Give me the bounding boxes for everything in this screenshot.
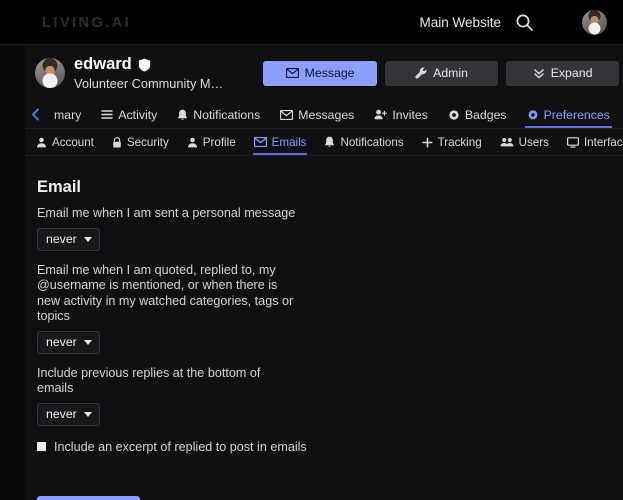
email-preferences-panel: Email Email me when I am sent a personal… [25,156,623,500]
page-body: edward Volunteer Community M… Message Ad… [0,45,623,500]
primary-nav-label-2: Notifications [193,107,261,122]
nav-item-invites[interactable]: Invites [364,101,438,128]
avatar[interactable] [582,9,607,35]
bell-icon [324,136,335,148]
primary-nav: mary Activity Notifications Messages Inv… [25,101,623,129]
secondary-nav-label-6: Users [518,135,549,149]
users-icon [500,137,514,147]
primary-nav-label-1: Activity [118,107,158,122]
main-website-link[interactable]: Main Website [419,15,501,30]
user-plus-icon [374,109,388,120]
secondary-nav-label-7: Interface [583,135,623,149]
secondary-nav: Account Security Profile Emails Notifica… [25,129,623,156]
profile-identity: edward Volunteer Community M… [74,55,223,91]
chevron-down-icon [83,339,92,345]
list-icon [101,109,114,120]
app-window: LIVING.AI Main Website edward Volunteer … [0,0,623,500]
tab-emails[interactable]: Emails [245,129,316,155]
preference-field-previous-replies: Include previous replies at the bottom o… [37,366,623,426]
select-value: never [46,232,77,246]
message-button[interactable]: Message [263,60,378,86]
field-label: Email me when I am sent a personal messa… [37,206,296,220]
preference-field-mailing-list-activity: Email me when I am quoted, replied to, m… [37,263,623,354]
profile-header: edward Volunteer Community M… Message Ad… [25,45,623,101]
save-changes-button[interactable]: Save Changes [37,495,140,500]
profile-avatar[interactable] [35,58,65,88]
user-icon [36,137,47,148]
tab-account[interactable]: Account [27,129,103,155]
monitor-icon [566,136,579,148]
field-label: Email me when I am quoted, replied to, m… [37,262,294,324]
secondary-nav-label-3: Emails [271,135,307,149]
tab-security[interactable]: Security [103,129,178,155]
username-row: edward [74,55,223,74]
envelope-icon [253,137,267,147]
tab-notifications[interactable]: Notifications [315,129,412,155]
profile-actions: Message Admin Expand [263,60,620,86]
admin-button[interactable]: Admin [385,60,499,86]
include-excerpt-label[interactable]: Include an excerpt of replied to post in… [54,440,307,454]
search-icon[interactable] [515,13,534,32]
secondary-nav-items: Account Security Profile Emails Notifica… [27,129,623,155]
double-chevron-down-icon [533,67,545,79]
lock-icon [112,136,122,148]
field-label: Include previous replies at the bottom o… [37,365,261,396]
nav-item-summary[interactable]: mary [44,101,91,128]
primary-nav-label-4: Invites [392,107,428,122]
primary-nav-items: mary Activity Notifications Messages Inv… [44,101,623,128]
message-button-label: Message [304,66,355,80]
nav-item-preferences[interactable]: Preferences [517,101,620,128]
preference-field-personal-message: Email me when I am sent a personal messa… [37,206,623,251]
include-excerpt-checkbox[interactable] [37,442,46,451]
tab-tracking[interactable]: Tracking [413,129,491,155]
primary-nav-label-0: mary [54,107,82,122]
nav-item-badges[interactable]: Badges [438,101,517,128]
secondary-nav-label-2: Profile [202,135,236,149]
select-value: never [46,407,77,421]
nav-item-activity[interactable]: Activity [91,101,167,128]
site-logo: LIVING.AI [42,13,131,31]
previous-replies-select[interactable]: never [37,402,100,426]
expand-button[interactable]: Expand [506,60,620,86]
primary-nav-label-6: Preferences [543,107,610,122]
chevron-down-icon [83,236,92,242]
page-title: Email [37,178,82,196]
header-actions: Main Website [419,9,607,35]
wrench-icon [415,67,427,79]
primary-nav-label-5: Badges [464,107,507,122]
nav-item-notifications[interactable]: Notifications [167,101,270,128]
profile-title: Volunteer Community M… [74,76,224,91]
secondary-nav-label-1: Security [126,135,169,149]
user-icon [187,137,198,148]
primary-nav-label-3: Messages [298,107,355,122]
tab-interface[interactable]: Interface [558,129,623,155]
chevron-down-icon [83,411,92,417]
tab-users[interactable]: Users [491,129,558,155]
gear-icon [527,109,539,121]
chevron-left-icon[interactable] [27,101,44,128]
personal-message-email-select[interactable]: never [37,227,100,251]
activity-email-select[interactable]: never [37,330,100,354]
envelope-icon [285,68,299,78]
nav-item-messages[interactable]: Messages [270,101,364,128]
expand-button-label: Expand [550,66,593,80]
secondary-nav-label-4: Notifications [340,135,404,149]
shield-icon [138,58,151,72]
left-rail [0,45,25,500]
badge-icon [448,109,460,121]
plus-icon [422,136,433,148]
admin-button-label: Admin [433,66,468,80]
bell-icon [177,109,188,121]
secondary-nav-label-5: Tracking [437,135,482,149]
secondary-nav-label-0: Account [52,135,94,149]
envelope-icon [280,109,294,120]
tab-profile[interactable]: Profile [178,129,245,155]
save-section: Save Changes [37,495,623,500]
content-area: edward Volunteer Community M… Message Ad… [25,45,623,500]
include-excerpt-row: Include an excerpt of replied to post in… [37,440,623,454]
hamburger-menu-icon[interactable] [548,15,568,29]
site-header: LIVING.AI Main Website [0,0,623,45]
select-value: never [46,335,77,349]
profile-username: edward [74,55,132,73]
